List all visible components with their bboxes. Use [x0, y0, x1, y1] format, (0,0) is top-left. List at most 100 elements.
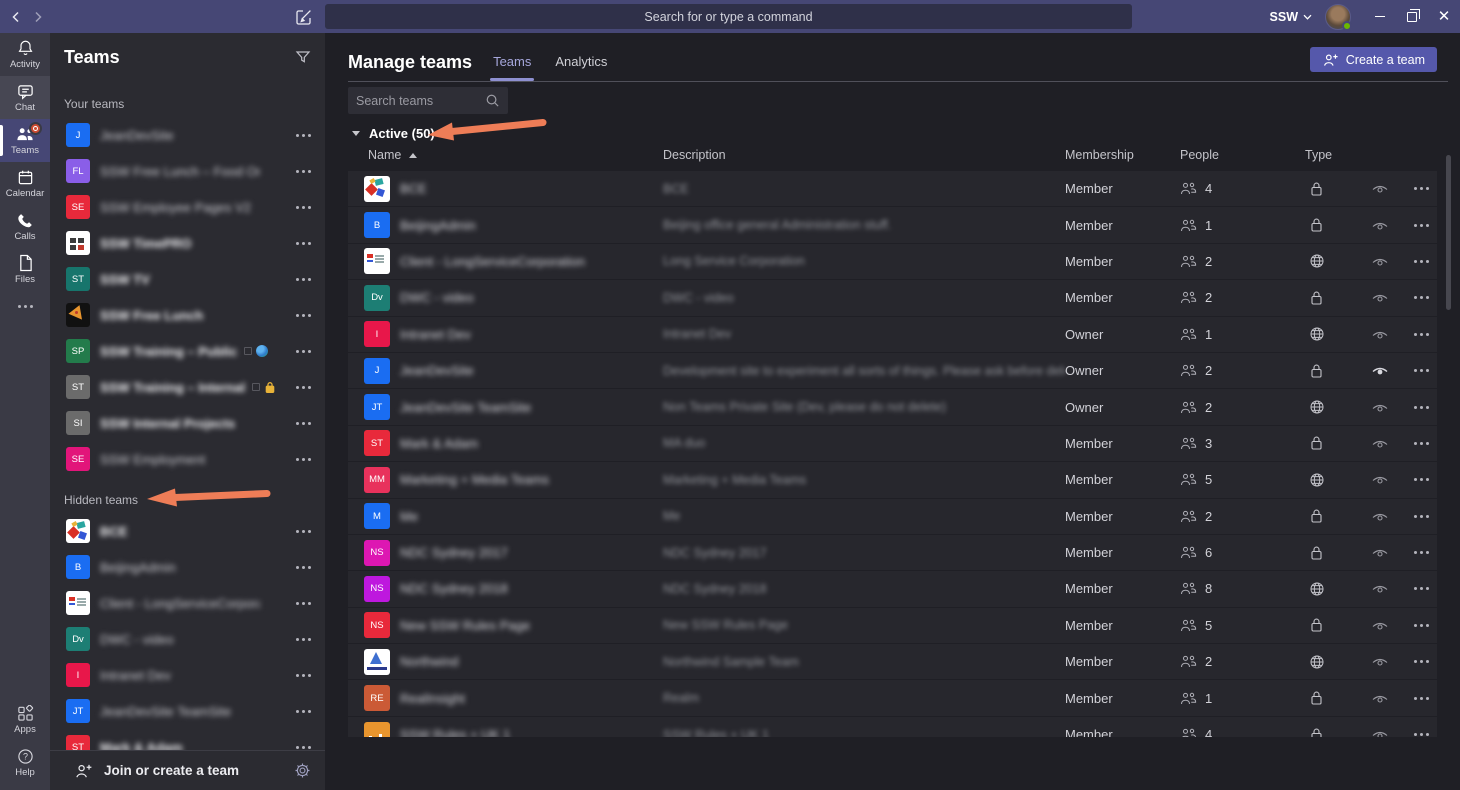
sidebar-team-item[interactable]: SE SSW Employment	[50, 441, 325, 477]
more-options-icon[interactable]	[1414, 660, 1429, 663]
window-minimize-button[interactable]	[1364, 0, 1396, 33]
table-row[interactable]: Northwind Northwind Sample Team Member 2	[348, 644, 1437, 679]
table-row[interactable]: SSW Rules + UK 1 SSW Rules + UK 1 Member…	[348, 717, 1437, 737]
sidebar-team-item[interactable]: FL SSW Free Lunch – Food Orders	[50, 153, 325, 189]
more-options-icon[interactable]	[296, 458, 311, 461]
sidebar-team-item[interactable]: J JeanDevSite	[50, 117, 325, 153]
more-options-icon[interactable]	[296, 206, 311, 209]
more-options-icon[interactable]	[296, 134, 311, 137]
more-options-icon[interactable]	[1414, 733, 1429, 736]
more-options-icon[interactable]	[1414, 333, 1429, 336]
join-or-create-team-button[interactable]: Join or create a team	[50, 750, 325, 790]
user-avatar[interactable]	[1325, 4, 1351, 30]
gear-icon[interactable]	[294, 762, 311, 779]
rail-item-chat[interactable]: Chat	[0, 76, 50, 119]
table-row[interactable]: RE RealInsight Realm Member 1	[348, 680, 1437, 715]
more-options-icon[interactable]	[1414, 187, 1429, 190]
more-options-icon[interactable]	[296, 170, 311, 173]
more-options-icon[interactable]	[296, 746, 311, 749]
table-row[interactable]: MM Marketing + Media Teams Marketing + M…	[348, 462, 1437, 497]
more-options-icon[interactable]	[1414, 442, 1429, 445]
rail-item-apps[interactable]: Apps	[0, 698, 50, 741]
vertical-scrollbar-thumb[interactable]	[1446, 155, 1451, 310]
table-row[interactable]: BCE BCE Member 4	[348, 171, 1437, 206]
column-header-name[interactable]: Name	[368, 148, 417, 162]
sidebar-team-item[interactable]: ST Mark & Adam	[50, 729, 325, 750]
sidebar-team-item[interactable]: Dv DWC - video	[50, 621, 325, 657]
table-row[interactable]: Dv DWC - video DWC - video Member 2	[348, 280, 1437, 315]
window-close-button[interactable]: ✕	[1428, 0, 1460, 33]
forward-icon[interactable]	[27, 6, 49, 28]
more-options-icon[interactable]	[1414, 697, 1429, 700]
visibility-toggle[interactable]	[1355, 582, 1405, 595]
more-options-icon[interactable]	[1414, 478, 1429, 481]
visibility-toggle[interactable]	[1355, 437, 1405, 450]
table-row[interactable]: JT JeanDevSite TeamSite Non Teams Privat…	[348, 389, 1437, 424]
rail-item-files[interactable]: Files	[0, 248, 50, 291]
more-options-icon[interactable]	[1414, 260, 1429, 263]
tab-teams[interactable]: Teams	[493, 54, 531, 71]
create-a-team-button[interactable]: Create a team	[1310, 47, 1437, 72]
sidebar-team-item[interactable]: I Intranet Dev	[50, 657, 325, 693]
rail-item-activity[interactable]: Activity	[0, 33, 50, 76]
table-row[interactable]: ST Mark & Adam MA duo Member 3	[348, 426, 1437, 461]
visibility-toggle[interactable]	[1355, 401, 1405, 414]
table-row[interactable]: NS NDC Sydney 2017 NDC Sydney 2017 Membe…	[348, 535, 1437, 570]
sidebar-team-item[interactable]: B BeijingAdmin	[50, 549, 325, 585]
table-row[interactable]: I Intranet Dev Intranet Dev Owner 1	[348, 317, 1437, 352]
rail-item-calls[interactable]: Calls	[0, 205, 50, 248]
more-options-icon[interactable]	[296, 386, 311, 389]
visibility-toggle[interactable]	[1355, 364, 1405, 377]
back-icon[interactable]	[5, 6, 27, 28]
more-options-icon[interactable]	[296, 602, 311, 605]
more-options-icon[interactable]	[1414, 224, 1429, 227]
window-restore-button[interactable]	[1396, 0, 1428, 33]
visibility-toggle[interactable]	[1355, 510, 1405, 523]
table-row[interactable]: NS NDC Sydney 2018 NDC Sydney 2018 Membe…	[348, 571, 1437, 606]
more-options-icon[interactable]	[296, 674, 311, 677]
more-options-icon[interactable]	[296, 530, 311, 533]
visibility-toggle[interactable]	[1355, 728, 1405, 737]
sidebar-team-item[interactable]: BCE	[50, 513, 325, 549]
visibility-toggle[interactable]	[1355, 546, 1405, 559]
active-group-header[interactable]: Active (50)	[352, 126, 435, 141]
more-options-icon[interactable]	[296, 314, 311, 317]
more-options-icon[interactable]	[296, 422, 311, 425]
visibility-toggle[interactable]	[1355, 182, 1405, 195]
visibility-toggle[interactable]	[1355, 328, 1405, 341]
more-options-icon[interactable]	[296, 350, 311, 353]
sidebar-team-item[interactable]: JT JeanDevSite TeamSite	[50, 693, 325, 729]
more-options-icon[interactable]	[296, 242, 311, 245]
visibility-toggle[interactable]	[1355, 473, 1405, 486]
more-options-icon[interactable]	[1414, 624, 1429, 627]
table-row[interactable]: B BeijingAdmin Beijing office general Ad…	[348, 207, 1437, 242]
more-options-icon[interactable]	[296, 566, 311, 569]
rail-item-teams[interactable]: Teams	[0, 119, 50, 162]
search-teams-input[interactable]	[356, 94, 485, 108]
sidebar-team-item[interactable]: SP SSW Training – Public	[50, 333, 325, 369]
sidebar-team-item[interactable]: ST SSW TV	[50, 261, 325, 297]
more-options-icon[interactable]	[296, 710, 311, 713]
sidebar-team-item[interactable]: SI SSW Internal Projects	[50, 405, 325, 441]
visibility-toggle[interactable]	[1355, 255, 1405, 268]
org-switcher[interactable]: SSW	[1270, 10, 1312, 24]
table-row[interactable]: NS New SSW Rules Page New SSW Rules Page…	[348, 608, 1437, 643]
visibility-toggle[interactable]	[1355, 655, 1405, 668]
new-chat-icon[interactable]	[293, 7, 315, 27]
sidebar-team-item[interactable]: SSW TimePRO	[50, 225, 325, 261]
more-options-icon[interactable]	[1414, 515, 1429, 518]
more-options-icon[interactable]	[1414, 551, 1429, 554]
tab-analytics[interactable]: Analytics	[555, 54, 607, 71]
table-row[interactable]: M Me Me Member 2	[348, 499, 1437, 534]
sidebar-team-item[interactable]: SE SSW Employee Pages V2	[50, 189, 325, 225]
command-search-input[interactable]	[325, 4, 1132, 29]
filter-icon[interactable]	[295, 49, 311, 65]
visibility-toggle[interactable]	[1355, 619, 1405, 632]
visibility-toggle[interactable]	[1355, 692, 1405, 705]
sidebar-team-item[interactable]: Client - LongServiceCorporation	[50, 585, 325, 621]
rail-item-calendar[interactable]: Calendar	[0, 162, 50, 205]
more-options-icon[interactable]	[296, 638, 311, 641]
sidebar-team-item[interactable]: SSW Free Lunch	[50, 297, 325, 333]
more-options-icon[interactable]	[1414, 296, 1429, 299]
visibility-toggle[interactable]	[1355, 219, 1405, 232]
